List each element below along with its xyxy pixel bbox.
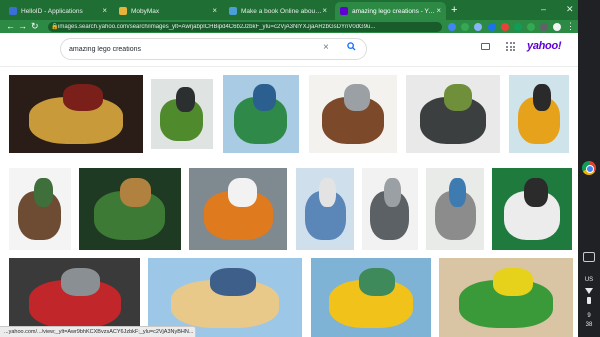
tab-favicon	[119, 7, 127, 15]
ext-2-icon[interactable]	[461, 23, 469, 31]
screen: HelloID - Applications × MobyMax × Make …	[0, 0, 600, 337]
image-lego-mech[interactable]	[362, 168, 418, 250]
image-lego-butterfly[interactable]	[509, 75, 569, 153]
image-lego-tiger[interactable]	[189, 168, 287, 250]
image-lego-tower[interactable]	[9, 168, 71, 250]
tab-strip: HelloID - Applications × MobyMax × Make …	[0, 0, 578, 20]
image-lego-robot[interactable]	[151, 79, 213, 149]
address-bar[interactable]: 🔒 images.search.yahoo.com/search/images_…	[48, 22, 442, 32]
image-lego-landscape[interactable]	[79, 168, 181, 250]
browser-menu-icon[interactable]: ⋮	[566, 20, 575, 33]
mail-icon[interactable]	[481, 43, 490, 50]
tab-yahoo-search[interactable]: amazing lego creations - Yahoo Se ×	[335, 2, 446, 20]
image-lego-ship[interactable]	[9, 75, 143, 153]
ext-1-icon[interactable]	[448, 23, 456, 31]
lego-model-detail	[449, 178, 466, 207]
clear-search-button[interactable]: ×	[323, 41, 329, 55]
search-button[interactable]	[343, 40, 359, 56]
lego-model-detail	[524, 178, 548, 207]
image-results-grid	[0, 67, 578, 337]
close-icon[interactable]: ×	[322, 6, 327, 16]
tab-helloid[interactable]: HelloID - Applications ×	[4, 2, 112, 20]
lego-model-detail	[384, 178, 401, 207]
browser-toolbar: ← → ↻ 🔒 images.search.yahoo.com/search/i…	[0, 20, 578, 33]
search-input[interactable]	[69, 45, 309, 53]
close-icon[interactable]: ×	[436, 6, 441, 16]
image-lego-castle[interactable]	[426, 168, 484, 250]
clock-minute[interactable]: 38	[578, 321, 600, 329]
image-lego-motorcycle[interactable]	[406, 75, 500, 153]
tab-title: HelloID - Applications	[21, 7, 83, 15]
window-close-icon[interactable]: ✕	[566, 2, 574, 16]
tab-title: amazing lego creations - Yahoo Se	[352, 7, 436, 15]
lego-model-detail	[444, 84, 472, 111]
ext-4-icon[interactable]	[488, 23, 496, 31]
battery-icon[interactable]	[587, 297, 591, 304]
clock-hour[interactable]: 9	[578, 312, 600, 320]
lock-icon: 🔒	[51, 24, 59, 30]
ext-3-icon[interactable]	[474, 23, 482, 31]
ext-8-icon[interactable]	[540, 23, 548, 31]
image-lego-dragon[interactable]	[439, 258, 573, 337]
minimize-icon[interactable]: –	[541, 2, 546, 16]
image-lego-abbey-road[interactable]	[492, 168, 572, 250]
tab-favicon	[229, 7, 237, 15]
image-lego-submarine[interactable]	[311, 258, 431, 337]
lego-model-detail	[493, 268, 533, 296]
apps-grid-icon[interactable]	[506, 42, 515, 51]
overview-icon[interactable]	[583, 252, 595, 262]
search-header	[0, 33, 578, 67]
tab-make-a-book[interactable]: Make a book Online about your fa ×	[224, 2, 332, 20]
lego-model-detail	[253, 84, 276, 111]
chrome-icon[interactable]	[582, 161, 596, 175]
lego-model-detail	[533, 84, 551, 111]
image-lego-ufo[interactable]	[296, 168, 354, 250]
lego-model-detail	[228, 178, 257, 207]
close-icon[interactable]: ×	[102, 6, 107, 16]
ext-9-icon[interactable]	[553, 23, 561, 31]
yahoo-logo[interactable]: yahoo!	[527, 40, 562, 52]
lego-model-detail	[120, 178, 151, 207]
ext-7-icon[interactable]	[527, 23, 535, 31]
new-tab-button[interactable]: +	[451, 3, 457, 17]
tab-favicon	[340, 7, 348, 15]
lego-model-detail	[210, 268, 256, 296]
image-lego-house[interactable]	[309, 75, 397, 153]
close-icon[interactable]: ×	[212, 6, 217, 16]
lego-model-detail	[61, 268, 100, 296]
search-icon	[346, 42, 356, 51]
search-box	[60, 38, 367, 60]
tab-mobymax[interactable]: MobyMax ×	[114, 2, 222, 20]
ext-5-icon[interactable]	[501, 23, 509, 31]
back-button[interactable]: ←	[6, 20, 15, 33]
reload-button[interactable]: ↻	[31, 20, 39, 33]
locale-indicator[interactable]: US	[578, 276, 600, 284]
lego-model-detail	[319, 178, 336, 207]
forward-button[interactable]: →	[18, 20, 27, 33]
lego-model-detail	[344, 84, 370, 111]
wifi-icon[interactable]	[585, 288, 593, 294]
lego-model-detail	[359, 268, 395, 296]
lego-model-detail	[34, 178, 53, 207]
ext-6-icon[interactable]	[514, 23, 522, 31]
tab-title: Make a book Online about your fa	[241, 7, 323, 15]
lego-model-detail	[63, 84, 103, 111]
image-lego-sea-serpent[interactable]	[223, 75, 299, 153]
lego-model-detail	[176, 87, 195, 112]
tab-title: MobyMax	[131, 7, 160, 15]
address-url: images.search.yahoo.com/search/images_yl…	[58, 24, 376, 30]
status-bar: ...yahoo.com/.../view;_ylt=Awr9bhKCXBvzs…	[0, 326, 196, 337]
tab-favicon	[9, 7, 17, 15]
